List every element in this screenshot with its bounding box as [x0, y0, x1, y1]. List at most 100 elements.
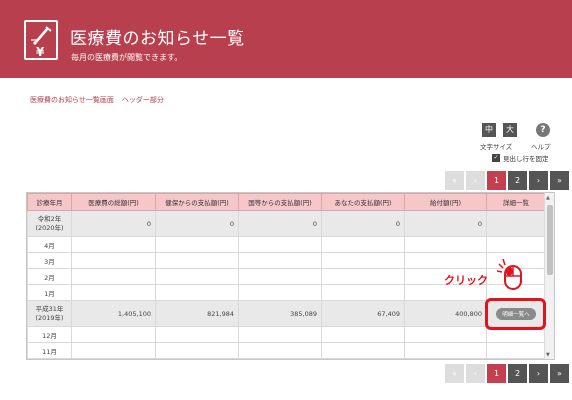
pagination-bottom: « ‹ 1 2 › »	[445, 364, 569, 383]
cell-anata	[321, 342, 405, 359]
cell-kenpo	[155, 252, 239, 269]
col-header-kenpo: 健保からの支払額(円)	[155, 193, 239, 211]
cell-total: 0	[71, 210, 156, 237]
cell-date: 1月	[27, 284, 72, 301]
prev-page-button[interactable]: ‹	[466, 171, 485, 190]
medical-fee-logo-icon: ¥	[24, 20, 58, 60]
cell-kuni	[238, 284, 322, 301]
cell-kuni	[238, 326, 322, 343]
cell-kuni	[238, 252, 322, 269]
table-row: 3月	[27, 252, 546, 269]
col-header-kuni: 国等からの支払額(円)	[238, 193, 322, 211]
cell-total	[71, 342, 156, 359]
table-row: 平成31年 (2019年) 1,405,100 821,984 385,089 67,40…	[27, 300, 546, 327]
table-header-row: 診療年月 医療費の総額(円) 健保からの支払額(円) 国等からの支払額(円) あ…	[27, 193, 546, 211]
cell-kyufu: 400,800	[404, 300, 487, 327]
help-label[interactable]: ヘルプ	[531, 141, 551, 151]
year-western-label: (2020年)	[35, 223, 64, 232]
cell-anata: 0	[321, 210, 405, 237]
font-size-medium-button[interactable]: 中	[482, 123, 496, 137]
cell-date: 令和2年 (2020年)	[27, 210, 72, 237]
page-title: 医療費のお知らせ一覧	[70, 29, 245, 49]
app-header: ¥ 医療費のお知らせ一覧 毎月の医療費が閲覧できます。	[0, 0, 572, 78]
page-2-button[interactable]: 2	[508, 171, 527, 190]
scroll-up-arrow-icon[interactable]: ▲	[546, 195, 550, 201]
first-page-button[interactable]: «	[445, 171, 464, 190]
col-header-total: 医療費の総額(円)	[71, 193, 156, 211]
next-page-button[interactable]: ›	[529, 364, 548, 383]
cell-total	[71, 252, 156, 269]
cell-anata	[321, 252, 405, 269]
cell-kyufu: 0	[404, 210, 487, 237]
cell-anata	[321, 326, 405, 343]
breadcrumb-item[interactable]: ヘッダー部分	[122, 96, 164, 104]
cell-date: 4月	[27, 236, 72, 253]
font-size-label: 文字サイズ	[480, 143, 513, 151]
cell-kyufu	[404, 252, 487, 269]
cell-kuni: 385,089	[238, 300, 322, 327]
cell-kenpo	[155, 342, 239, 359]
year-month-label: 2月	[44, 273, 55, 282]
scroll-down-arrow-icon[interactable]: ▼	[546, 352, 550, 358]
font-size-large-button[interactable]: 大	[503, 123, 517, 137]
svg-text:¥: ¥	[36, 45, 45, 58]
cell-anata: 67,409	[321, 300, 405, 327]
col-header-date: 診療年月	[27, 193, 72, 211]
cell-date: 3月	[27, 252, 72, 269]
help-icon[interactable]: ?	[536, 123, 550, 137]
cell-date: 平成31年 (2019年)	[27, 300, 72, 327]
cell-kenpo	[155, 326, 239, 343]
cell-total	[71, 236, 156, 253]
year-month-label: 4月	[44, 241, 55, 250]
cell-kenpo: 821,984	[155, 300, 239, 327]
page-1-button[interactable]: 1	[487, 171, 506, 190]
last-page-button[interactable]: »	[550, 364, 569, 383]
table-row: 11月	[27, 342, 546, 359]
mouse-click-icon	[497, 258, 522, 290]
fix-header-toggle[interactable]: ✓ 見出し行を固定	[492, 153, 549, 163]
table-row: 令和2年 (2020年) 0 0 0 0 0	[27, 210, 546, 237]
year-month-label: 1月	[44, 289, 55, 298]
cell-kenpo	[155, 268, 239, 285]
cell-total	[71, 268, 156, 285]
cell-anata	[321, 236, 405, 253]
cell-detail	[486, 342, 546, 359]
last-page-button[interactable]: »	[550, 171, 569, 190]
click-highlight-box	[485, 298, 546, 330]
pagination-top: « ‹ 1 2 › »	[445, 171, 569, 190]
cell-kenpo	[155, 284, 239, 301]
cell-total	[71, 284, 156, 301]
year-month-label: 3月	[44, 257, 55, 266]
col-header-detail: 詳細一覧	[486, 193, 546, 211]
page-2-button[interactable]: 2	[508, 364, 527, 383]
year-month-label: 令和2年	[37, 214, 62, 223]
scroll-thumb[interactable]	[547, 205, 553, 275]
col-header-kyufu: 給付額(円)	[404, 193, 487, 211]
cell-anata	[321, 268, 405, 285]
first-page-button[interactable]: «	[445, 364, 464, 383]
click-annotation-label: クリック	[444, 274, 488, 287]
cell-total	[71, 326, 156, 343]
page-1-button[interactable]: 1	[487, 364, 506, 383]
cell-kyufu	[404, 326, 487, 343]
cell-anata	[321, 284, 405, 301]
cell-kyufu	[404, 342, 487, 359]
year-month-label: 平成31年	[35, 304, 64, 313]
breadcrumb: 医療費のお知らせ一覧画面 ヘッダー部分	[30, 95, 164, 105]
breadcrumb-item[interactable]: 医療費のお知らせ一覧画面	[30, 96, 114, 104]
cell-kuni	[238, 236, 322, 253]
cell-date: 2月	[27, 268, 72, 285]
cell-detail	[486, 236, 546, 253]
col-header-anata: あなたの支払額(円)	[321, 193, 405, 211]
cell-kyufu	[404, 236, 487, 253]
table-scrollbar[interactable]: ▲ ▼	[544, 193, 554, 359]
page-subtitle: 毎月の医療費が閲覧できます。	[71, 53, 183, 62]
cell-kuni	[238, 342, 322, 359]
fix-header-checkbox[interactable]: ✓	[492, 154, 500, 162]
cell-date: 11月	[27, 342, 72, 359]
cell-kuni: 0	[238, 210, 322, 237]
fix-header-label: 見出し行を固定	[503, 155, 549, 163]
table-row: 12月	[27, 326, 546, 343]
next-page-button[interactable]: ›	[529, 171, 548, 190]
prev-page-button[interactable]: ‹	[466, 364, 485, 383]
